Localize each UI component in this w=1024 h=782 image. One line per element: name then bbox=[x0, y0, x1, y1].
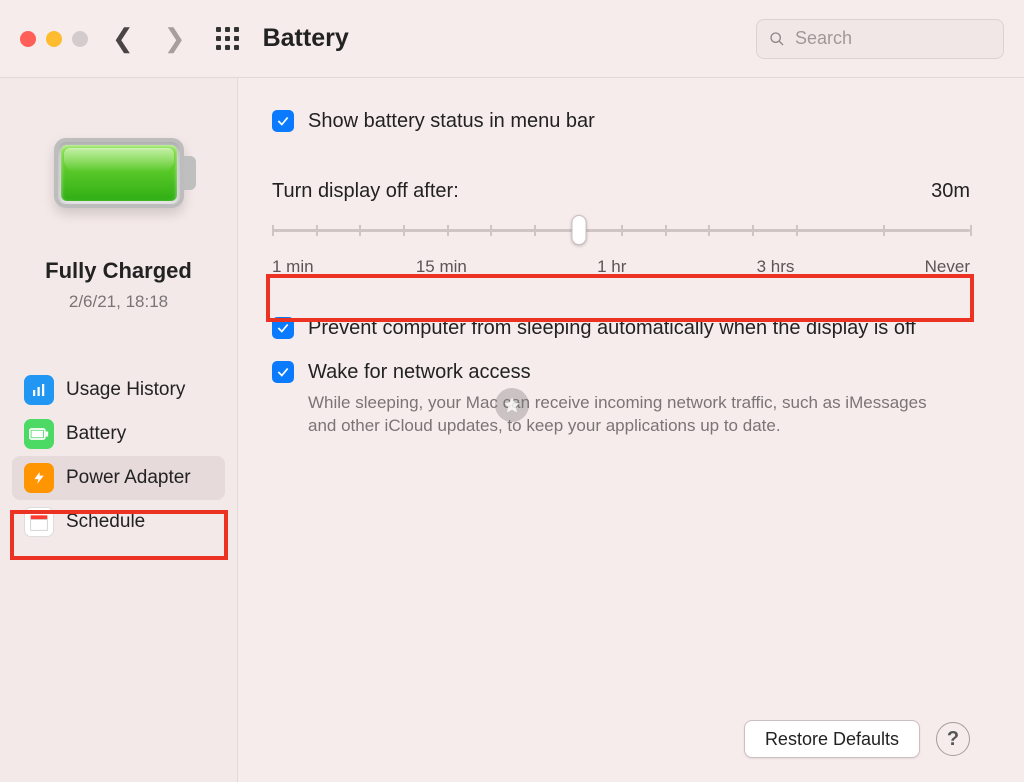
sidebar-item-schedule[interactable]: Schedule bbox=[12, 500, 225, 544]
bolt-icon bbox=[24, 463, 54, 493]
checkbox-label: Show battery status in menu bar bbox=[308, 108, 595, 134]
sidebar: Fully Charged 2/6/21, 18:18 Usage Histor… bbox=[0, 78, 238, 782]
forward-button: ❯ bbox=[158, 23, 192, 54]
sidebar-item-usage-history[interactable]: Usage History bbox=[12, 368, 225, 412]
checkbox-label: Wake for network access bbox=[308, 359, 948, 385]
slider-value: 30m bbox=[931, 180, 970, 203]
sidebar-item-label: Usage History bbox=[66, 379, 185, 401]
checkbox-checked-icon[interactable] bbox=[272, 361, 294, 383]
search-icon bbox=[769, 30, 785, 48]
main-pane: Show battery status in menu bar Turn dis… bbox=[238, 78, 1024, 782]
sidebar-item-label: Schedule bbox=[66, 511, 145, 533]
slider-title: Turn display off after: bbox=[272, 180, 459, 203]
zoom-window-icon bbox=[72, 31, 88, 47]
slider-tick-label: 3 hrs bbox=[757, 257, 795, 277]
slider-tick-label: 1 hr bbox=[597, 257, 626, 277]
page-title: Battery bbox=[263, 24, 349, 53]
toolbar: ❮ ❯ Battery bbox=[0, 0, 1024, 78]
footer: Restore Defaults ? bbox=[272, 720, 970, 758]
battery-status-time: 2/6/21, 18:18 bbox=[69, 292, 168, 312]
slider-thumb[interactable] bbox=[572, 215, 587, 245]
battery-status-title: Fully Charged bbox=[45, 258, 192, 284]
sidebar-nav: Usage History Battery Power Adapter Sche… bbox=[0, 368, 237, 544]
slider-tick-label: 15 min bbox=[416, 257, 467, 277]
checkbox-label: Prevent computer from sleeping automatic… bbox=[308, 315, 916, 341]
checkbox-row-prevent-sleep[interactable]: Prevent computer from sleeping automatic… bbox=[272, 315, 970, 341]
checkbox-row-wake-network[interactable]: Wake for network access While sleeping, … bbox=[272, 359, 970, 437]
minimize-window-icon[interactable] bbox=[46, 31, 62, 47]
sidebar-item-battery[interactable]: Battery bbox=[12, 412, 225, 456]
checkbox-checked-icon[interactable] bbox=[272, 317, 294, 339]
show-all-prefs-icon[interactable] bbox=[216, 27, 239, 50]
display-off-slider[interactable] bbox=[272, 221, 970, 239]
sidebar-item-label: Power Adapter bbox=[66, 467, 191, 489]
watermark-icon bbox=[495, 388, 529, 422]
restore-defaults-button[interactable]: Restore Defaults bbox=[744, 720, 920, 758]
slider-tick-label: 1 min bbox=[272, 257, 314, 277]
close-window-icon[interactable] bbox=[20, 31, 36, 47]
checkbox-row-menubar[interactable]: Show battery status in menu bar bbox=[272, 108, 970, 134]
search-field[interactable] bbox=[756, 19, 1004, 59]
window-controls bbox=[20, 31, 88, 47]
slider-tick-label: Never bbox=[925, 257, 970, 277]
slider-tick-labels: 1 min 15 min 1 hr 3 hrs Never bbox=[272, 257, 970, 277]
checkbox-checked-icon[interactable] bbox=[272, 110, 294, 132]
battery-icon bbox=[24, 419, 54, 449]
back-button[interactable]: ❮ bbox=[106, 23, 140, 54]
display-off-slider-block: Turn display off after: 30m bbox=[272, 180, 970, 277]
sidebar-item-label: Battery bbox=[66, 423, 126, 445]
help-button[interactable]: ? bbox=[936, 722, 970, 756]
search-input[interactable] bbox=[793, 27, 991, 50]
chart-bar-icon bbox=[24, 375, 54, 405]
battery-status-icon bbox=[54, 138, 184, 208]
calendar-icon bbox=[24, 507, 54, 537]
sidebar-item-power-adapter[interactable]: Power Adapter bbox=[12, 456, 225, 500]
checkbox-description: While sleeping, your Mac can receive inc… bbox=[308, 391, 948, 437]
